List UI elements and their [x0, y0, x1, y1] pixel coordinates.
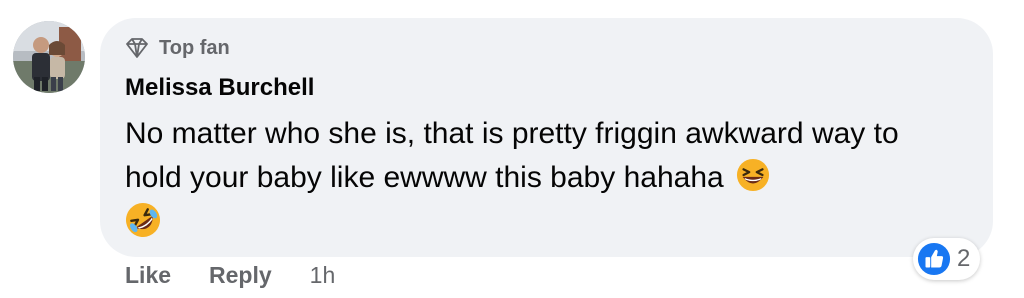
rolling-on-floor-laughing-emoji	[126, 203, 160, 237]
diamond-icon	[125, 37, 149, 59]
badge-label: Top fan	[159, 36, 230, 59]
comment-author[interactable]: Melissa Burchell	[125, 74, 314, 102]
reaction-count: 2	[957, 245, 971, 272]
laughing-emoji	[736, 158, 770, 192]
top-fan-badge: Top fan	[125, 36, 230, 60]
reaction-summary[interactable]: 2	[913, 238, 981, 280]
like-reaction-icon	[917, 242, 951, 276]
avatar-photo	[13, 21, 85, 93]
like-button[interactable]: Like	[125, 262, 171, 289]
avatar[interactable]	[13, 21, 85, 93]
reply-button[interactable]: Reply	[209, 262, 272, 289]
comment-text-block: No matter who she is, that is pretty fri…	[125, 112, 955, 238]
comment-actions: Like Reply 1h	[125, 262, 335, 289]
comment-text: No matter who she is, that is pretty fri…	[125, 117, 899, 194]
comment-timestamp[interactable]: 1h	[310, 262, 336, 289]
